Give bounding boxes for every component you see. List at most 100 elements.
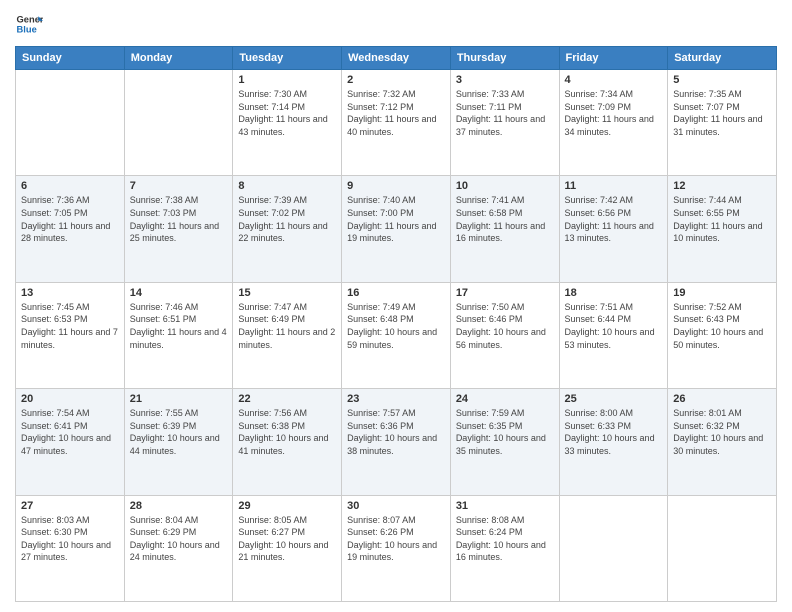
calendar-cell: 1 Sunrise: 7:30 AMSunset: 7:14 PMDaylight…: [233, 70, 342, 176]
day-detail: Sunrise: 8:08 AMSunset: 6:24 PMDaylight:…: [456, 514, 554, 564]
calendar-cell: 23 Sunrise: 7:57 AMSunset: 6:36 PMDayligh…: [342, 389, 451, 495]
calendar-cell: 31 Sunrise: 8:08 AMSunset: 6:24 PMDayligh…: [450, 495, 559, 601]
page: General Blue SundayMondayTuesdayWednesda…: [0, 0, 792, 612]
calendar-cell: 13 Sunrise: 7:45 AMSunset: 6:53 PMDayligh…: [16, 282, 125, 388]
day-number: 14: [130, 287, 228, 299]
calendar-cell: 4 Sunrise: 7:34 AMSunset: 7:09 PMDaylight…: [559, 70, 668, 176]
calendar-week-2: 6 Sunrise: 7:36 AMSunset: 7:05 PMDaylight…: [16, 176, 777, 282]
calendar-cell: 22 Sunrise: 7:56 AMSunset: 6:38 PMDayligh…: [233, 389, 342, 495]
day-number: 23: [347, 393, 445, 405]
day-detail: Sunrise: 8:04 AMSunset: 6:29 PMDaylight:…: [130, 514, 228, 564]
day-number: 13: [21, 287, 119, 299]
weekday-header-monday: Monday: [124, 47, 233, 70]
weekday-header-tuesday: Tuesday: [233, 47, 342, 70]
day-detail: Sunrise: 7:32 AMSunset: 7:12 PMDaylight:…: [347, 88, 445, 138]
day-detail: Sunrise: 7:42 AMSunset: 6:56 PMDaylight:…: [565, 194, 663, 244]
day-detail: Sunrise: 8:07 AMSunset: 6:26 PMDaylight:…: [347, 514, 445, 564]
day-detail: Sunrise: 7:36 AMSunset: 7:05 PMDaylight:…: [21, 194, 119, 244]
calendar-cell: 27Sunrise: 8:03 AMSunset: 6:30 PMDayligh…: [16, 495, 125, 601]
calendar-cell: 26 Sunrise: 8:01 AMSunset: 6:32 PMDayligh…: [668, 389, 777, 495]
calendar-cell: 2 Sunrise: 7:32 AMSunset: 7:12 PMDaylight…: [342, 70, 451, 176]
day-detail: Sunrise: 7:52 AMSunset: 6:43 PMDaylight:…: [673, 301, 771, 351]
calendar-cell: 14 Sunrise: 7:46 AMSunset: 6:51 PMDayligh…: [124, 282, 233, 388]
day-detail: Sunrise: 7:45 AMSunset: 6:53 PMDaylight:…: [21, 301, 119, 351]
calendar-cell: 12 Sunrise: 7:44 AMSunset: 6:55 PMDayligh…: [668, 176, 777, 282]
weekday-header-saturday: Saturday: [668, 47, 777, 70]
calendar-cell: 16 Sunrise: 7:49 AMSunset: 6:48 PMDayligh…: [342, 282, 451, 388]
day-detail: Sunrise: 7:30 AMSunset: 7:14 PMDaylight:…: [238, 88, 336, 138]
day-detail: Sunrise: 7:56 AMSunset: 6:38 PMDaylight:…: [238, 407, 336, 457]
day-detail: Sunrise: 7:44 AMSunset: 6:55 PMDaylight:…: [673, 194, 771, 244]
calendar-cell: 28Sunrise: 8:04 AMSunset: 6:29 PMDayligh…: [124, 495, 233, 601]
calendar-week-5: 27Sunrise: 8:03 AMSunset: 6:30 PMDayligh…: [16, 495, 777, 601]
calendar-cell: 3Sunrise: 7:33 AMSunset: 7:11 PMDaylight…: [450, 70, 559, 176]
day-detail: Sunrise: 7:41 AMSunset: 6:58 PMDaylight:…: [456, 194, 554, 244]
day-detail: Sunrise: 7:33 AMSunset: 7:11 PMDaylight:…: [456, 88, 554, 138]
day-number: 8: [238, 180, 336, 192]
day-detail: Sunrise: 7:59 AMSunset: 6:35 PMDaylight:…: [456, 407, 554, 457]
calendar-cell: [668, 495, 777, 601]
calendar-cell: 30Sunrise: 8:07 AMSunset: 6:26 PMDayligh…: [342, 495, 451, 601]
day-detail: Sunrise: 7:57 AMSunset: 6:36 PMDaylight:…: [347, 407, 445, 457]
day-number: 1: [238, 74, 336, 86]
day-number: 22: [238, 393, 336, 405]
day-number: 4: [565, 74, 663, 86]
weekday-header-thursday: Thursday: [450, 47, 559, 70]
weekday-header-sunday: Sunday: [16, 47, 125, 70]
day-number: 12: [673, 180, 771, 192]
calendar-cell: 20Sunrise: 7:54 AMSunset: 6:41 PMDayligh…: [16, 389, 125, 495]
calendar-cell: 18Sunrise: 7:51 AMSunset: 6:44 PMDayligh…: [559, 282, 668, 388]
calendar-cell: [16, 70, 125, 176]
calendar-cell: 17 Sunrise: 7:50 AMSunset: 6:46 PMDayligh…: [450, 282, 559, 388]
day-detail: Sunrise: 7:49 AMSunset: 6:48 PMDaylight:…: [347, 301, 445, 351]
day-detail: Sunrise: 7:35 AMSunset: 7:07 PMDaylight:…: [673, 88, 771, 138]
day-number: 2: [347, 74, 445, 86]
day-detail: Sunrise: 8:00 AMSunset: 6:33 PMDaylight:…: [565, 407, 663, 457]
calendar-cell: 5Sunrise: 7:35 AMSunset: 7:07 PMDaylight…: [668, 70, 777, 176]
day-detail: Sunrise: 7:51 AMSunset: 6:44 PMDaylight:…: [565, 301, 663, 351]
weekday-header-row: SundayMondayTuesdayWednesdayThursdayFrid…: [16, 47, 777, 70]
calendar-cell: 9 Sunrise: 7:40 AMSunset: 7:00 PMDaylight…: [342, 176, 451, 282]
day-detail: Sunrise: 7:40 AMSunset: 7:00 PMDaylight:…: [347, 194, 445, 244]
day-number: 31: [456, 500, 554, 512]
calendar-cell: 19Sunrise: 7:52 AMSunset: 6:43 PMDayligh…: [668, 282, 777, 388]
day-number: 9: [347, 180, 445, 192]
day-number: 24: [456, 393, 554, 405]
calendar-cell: 8Sunrise: 7:39 AMSunset: 7:02 PMDaylight…: [233, 176, 342, 282]
day-number: 17: [456, 287, 554, 299]
header: General Blue: [15, 10, 777, 38]
calendar-cell: 7 Sunrise: 7:38 AMSunset: 7:03 PMDaylight…: [124, 176, 233, 282]
day-number: 7: [130, 180, 228, 192]
day-number: 6: [21, 180, 119, 192]
calendar-cell: [559, 495, 668, 601]
calendar-week-4: 20Sunrise: 7:54 AMSunset: 6:41 PMDayligh…: [16, 389, 777, 495]
logo: General Blue: [15, 10, 43, 38]
day-detail: Sunrise: 7:46 AMSunset: 6:51 PMDaylight:…: [130, 301, 228, 351]
day-detail: Sunrise: 8:05 AMSunset: 6:27 PMDaylight:…: [238, 514, 336, 564]
day-detail: Sunrise: 7:47 AMSunset: 6:49 PMDaylight:…: [238, 301, 336, 351]
day-number: 11: [565, 180, 663, 192]
day-detail: Sunrise: 7:34 AMSunset: 7:09 PMDaylight:…: [565, 88, 663, 138]
calendar-cell: 15Sunrise: 7:47 AMSunset: 6:49 PMDayligh…: [233, 282, 342, 388]
day-number: 26: [673, 393, 771, 405]
day-detail: Sunrise: 7:54 AMSunset: 6:41 PMDaylight:…: [21, 407, 119, 457]
calendar-cell: 21 Sunrise: 7:55 AMSunset: 6:39 PMDayligh…: [124, 389, 233, 495]
day-number: 21: [130, 393, 228, 405]
day-detail: Sunrise: 8:01 AMSunset: 6:32 PMDaylight:…: [673, 407, 771, 457]
day-number: 10: [456, 180, 554, 192]
day-number: 29: [238, 500, 336, 512]
day-detail: Sunrise: 7:38 AMSunset: 7:03 PMDaylight:…: [130, 194, 228, 244]
calendar-cell: 11 Sunrise: 7:42 AMSunset: 6:56 PMDayligh…: [559, 176, 668, 282]
weekday-header-friday: Friday: [559, 47, 668, 70]
svg-text:Blue: Blue: [17, 25, 37, 35]
day-number: 16: [347, 287, 445, 299]
day-detail: Sunrise: 8:03 AMSunset: 6:30 PMDaylight:…: [21, 514, 119, 564]
calendar-week-1: 1 Sunrise: 7:30 AMSunset: 7:14 PMDaylight…: [16, 70, 777, 176]
day-detail: Sunrise: 7:55 AMSunset: 6:39 PMDaylight:…: [130, 407, 228, 457]
calendar-cell: 24 Sunrise: 7:59 AMSunset: 6:35 PMDayligh…: [450, 389, 559, 495]
generalblue-logo-icon: General Blue: [15, 10, 43, 38]
calendar-cell: 25Sunrise: 8:00 AMSunset: 6:33 PMDayligh…: [559, 389, 668, 495]
calendar-cell: 6 Sunrise: 7:36 AMSunset: 7:05 PMDaylight…: [16, 176, 125, 282]
calendar-cell: 29 Sunrise: 8:05 AMSunset: 6:27 PMDayligh…: [233, 495, 342, 601]
day-detail: Sunrise: 7:50 AMSunset: 6:46 PMDaylight:…: [456, 301, 554, 351]
